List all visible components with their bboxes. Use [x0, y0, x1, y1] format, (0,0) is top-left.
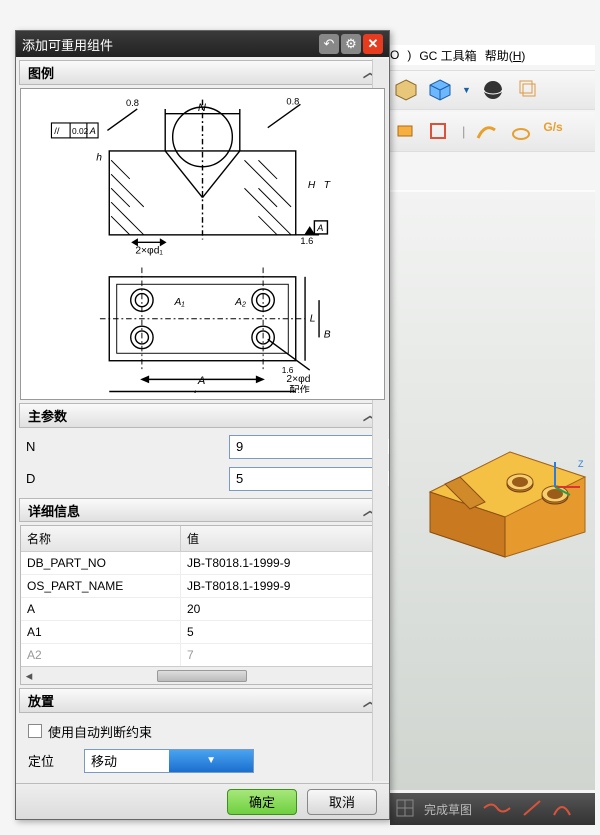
cell-name: A2 — [21, 644, 181, 666]
dialog-title: 添加可重用组件 — [22, 35, 113, 54]
svg-text:H: H — [308, 180, 316, 191]
placement-label: 放置 — [28, 691, 54, 710]
svg-text:0.02: 0.02 — [72, 126, 89, 136]
table-row[interactable]: A15 — [21, 621, 384, 644]
svg-text:1.6: 1.6 — [282, 365, 294, 375]
table-row[interactable]: A27 — [21, 644, 384, 666]
cell-name: OS_PART_NAME — [21, 575, 181, 597]
ok-button[interactable]: 确定 — [227, 789, 297, 815]
cell-name: DB_PART_NO — [21, 552, 181, 574]
sphere-icon[interactable] — [481, 78, 505, 102]
table-row[interactable]: DB_PART_NOJB-T8018.1-1999-9 — [21, 552, 384, 575]
auto-constraint-checkbox-row[interactable]: 使用自动判断约束 — [28, 722, 377, 741]
section-placement-header[interactable]: 放置 ︿ — [19, 688, 386, 713]
svg-text:A: A — [316, 223, 323, 233]
svg-text:A: A — [89, 126, 96, 136]
cube-icon[interactable] — [428, 78, 452, 102]
menu-help[interactable]: 帮助(H) — [485, 47, 526, 64]
grid-icon[interactable] — [396, 799, 414, 820]
section-main-params-header[interactable]: 主参数 ︿ — [19, 403, 386, 428]
tool-a-icon[interactable] — [394, 120, 418, 144]
param-n-field[interactable]: ▼ — [229, 435, 379, 459]
svg-text:1.6: 1.6 — [300, 236, 313, 246]
horizontal-scrollbar[interactable]: ◂ ▸ — [21, 666, 384, 684]
menu-circle[interactable]: O — [390, 48, 399, 62]
auto-constraint-label: 使用自动判断约束 — [48, 722, 152, 741]
positioning-label: 定位 — [28, 751, 54, 770]
param-d-label: D — [26, 471, 229, 486]
svg-text:2×φd: 2×φd — [286, 374, 310, 385]
status-line-icon[interactable] — [522, 799, 542, 820]
svg-text:T: T — [324, 180, 331, 191]
revolve-icon[interactable] — [509, 120, 533, 144]
scroll-thumb[interactable] — [157, 670, 247, 682]
svg-text:B: B — [324, 329, 331, 340]
details-label: 详细信息 — [28, 501, 80, 520]
positioning-select[interactable]: 移动 ▼ — [84, 749, 254, 773]
viewport-3d[interactable]: Z — [390, 192, 595, 790]
svg-text:配作: 配作 — [289, 384, 310, 393]
reset-button[interactable]: ↶ — [319, 34, 339, 54]
menu-help-label: 帮助 — [485, 49, 509, 63]
solid-icon[interactable] — [394, 78, 418, 102]
legend-label: 图例 — [28, 63, 54, 82]
positioning-value: 移动 — [85, 751, 169, 770]
auto-constraint-checkbox[interactable] — [28, 724, 42, 738]
svg-text:h: h — [96, 152, 102, 163]
cell-value: 20 — [181, 598, 384, 620]
sweep-icon[interactable] — [475, 120, 499, 144]
cell-value: JB-T8018.1-1999-9 — [181, 552, 384, 574]
tool-b-icon[interactable] — [428, 120, 452, 144]
svg-text:L: L — [310, 313, 316, 324]
scroll-left-icon[interactable]: ◂ — [21, 668, 37, 684]
gs-icon[interactable]: G/s — [543, 120, 567, 144]
details-table: 名称 值 DB_PART_NOJB-T8018.1-1999-9 OS_PART… — [20, 525, 385, 685]
status-curve1-icon[interactable] — [482, 799, 512, 820]
wire-cube-icon[interactable] — [515, 78, 539, 102]
cell-name: A — [21, 598, 181, 620]
csys-icon: Z — [545, 457, 585, 497]
close-button[interactable]: ✕ — [363, 34, 383, 54]
dropdown-icon[interactable]: ▼ — [169, 750, 253, 772]
table-row[interactable]: A20 — [21, 598, 384, 621]
dialog-titlebar[interactable]: 添加可重用组件 ↶ ⚙ ✕ — [16, 31, 389, 57]
menu-help-hotkey: H — [513, 49, 522, 63]
add-reusable-component-dialog: 添加可重用组件 ↶ ⚙ ✕ 图例 ︿ // 0.02 A — [15, 30, 390, 820]
col-value-header[interactable]: 值 — [181, 526, 384, 552]
status-arc-icon[interactable] — [552, 799, 572, 820]
status-finish-sketch[interactable]: 完成草图 — [424, 801, 472, 818]
cell-value: 5 — [181, 621, 384, 643]
param-d-field[interactable]: ▼ — [229, 467, 379, 491]
dropdown-arrow-icon[interactable]: ▼ — [462, 85, 471, 95]
svg-text:A: A — [197, 375, 205, 387]
main-params-grid: N ▼ D ▼ — [18, 429, 387, 497]
param-n-input[interactable] — [230, 439, 389, 454]
cancel-button[interactable]: 取消 — [307, 789, 377, 815]
cell-value: JB-T8018.1-1999-9 — [181, 575, 384, 597]
param-n-label: N — [26, 439, 229, 454]
svg-text:N: N — [198, 102, 207, 114]
svg-text:A₁: A₁ — [174, 296, 185, 307]
cell-value: 7 — [181, 644, 384, 666]
section-legend-header[interactable]: 图例 ︿ — [19, 60, 386, 85]
svg-text:2×φd₁: 2×φd₁ — [135, 245, 163, 256]
menu-gc-toolbox[interactable]: GC 工具箱 — [419, 47, 476, 64]
col-name-header[interactable]: 名称 — [21, 526, 181, 552]
svg-text:Z: Z — [578, 459, 584, 469]
svg-text:0.8: 0.8 — [126, 98, 139, 108]
param-d-input[interactable] — [230, 471, 389, 486]
svg-text:0.8: 0.8 — [286, 96, 299, 106]
table-row[interactable]: OS_PART_NAMEJB-T8018.1-1999-9 — [21, 575, 384, 598]
settings-button[interactable]: ⚙ — [341, 34, 361, 54]
legend-drawing: // 0.02 A — [20, 88, 385, 400]
svg-text:L: L — [193, 389, 199, 393]
cell-name: A1 — [21, 621, 181, 643]
section-details-header[interactable]: 详细信息 ︿ — [19, 498, 386, 523]
svg-text:A₂: A₂ — [234, 296, 246, 307]
svg-text://: // — [54, 126, 60, 136]
main-params-label: 主参数 — [28, 406, 67, 425]
